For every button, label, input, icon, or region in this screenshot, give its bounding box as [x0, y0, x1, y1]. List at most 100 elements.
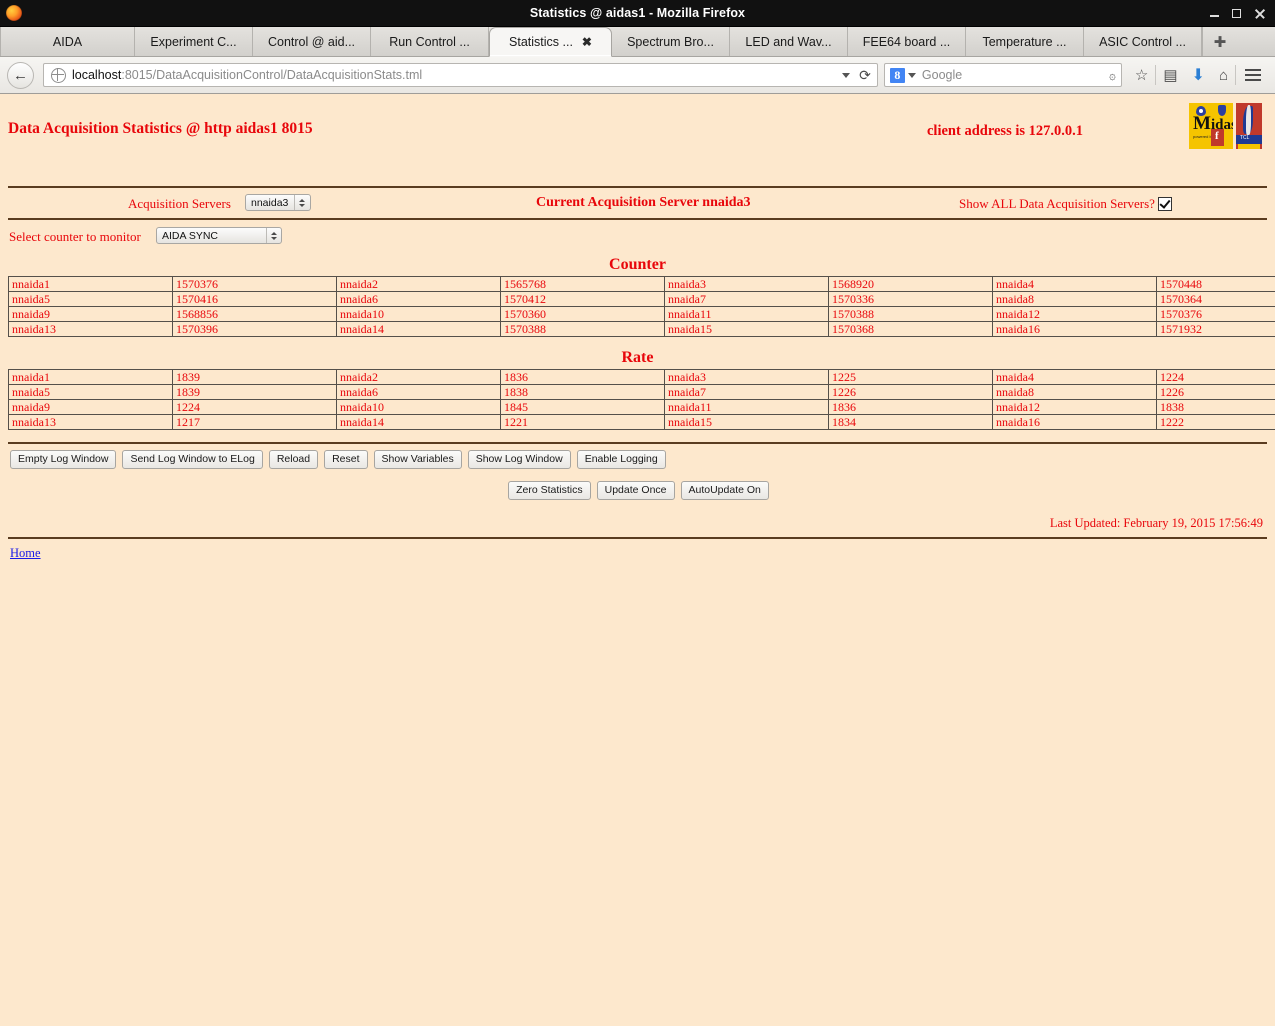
server-value-cell: 1836 — [828, 399, 993, 415]
tab-asic-control[interactable]: ASIC Control ... — [1084, 27, 1202, 56]
server-value-cell: 1568920 — [828, 276, 993, 292]
title-bar: Statistics @ aidas1 - Mozilla Firefox — [0, 0, 1275, 27]
empty-log-window-button[interactable]: Empty Log Window — [10, 450, 117, 469]
show-all-servers-label: Show ALL Data Acquisition Servers? — [959, 196, 1155, 211]
midas-logo-icon: Midas powered by — [1189, 103, 1233, 149]
counter-section-title: Counter — [609, 256, 666, 273]
reload-icon[interactable]: ⟳ — [859, 67, 871, 84]
home-link[interactable]: Home — [10, 546, 41, 561]
enable-logging-button[interactable]: Enable Logging — [576, 450, 666, 469]
counter-select[interactable]: AIDA SYNC — [156, 227, 282, 244]
server-name-cell: nnaida9 — [8, 306, 173, 322]
url-path: :8015/DataAcquisitionControl/DataAcquisi… — [121, 68, 423, 82]
server-name-cell: nnaida5 — [8, 384, 173, 400]
rate-section-title: Rate — [621, 349, 654, 366]
globe-icon — [51, 67, 66, 83]
table-row: nnaida5 1839 nnaida6 1838 nnaida7 1226 nnaida8… — [8, 384, 1275, 400]
home-icon[interactable]: ⌂ — [1219, 67, 1228, 84]
tab-close-icon[interactable]: ✖ — [582, 36, 592, 48]
server-value-cell: 1217 — [172, 414, 337, 430]
new-tab-button[interactable]: ✚ — [1202, 27, 1237, 56]
url-bar[interactable]: localhost:8015/DataAcquisitionControl/Da… — [43, 63, 878, 87]
reader-list-icon[interactable]: ▤ — [1163, 66, 1177, 84]
menu-icon[interactable] — [1245, 69, 1261, 81]
server-name-cell: nnaida15 — [664, 321, 829, 337]
firefox-logo-icon — [6, 5, 22, 21]
server-value-cell: 1565768 — [500, 276, 665, 292]
maximize-icon[interactable] — [1232, 8, 1241, 18]
last-updated: Last Updated: February 19, 2015 17:56:49 — [1049, 516, 1263, 530]
table-row: nnaida9 1224 nnaida10 1845 nnaida11 1836 nnaid… — [8, 399, 1275, 415]
tab-label: Experiment C... — [150, 34, 237, 49]
page-title: Data Acquisition Statistics @ http aidas… — [8, 120, 313, 137]
download-icon[interactable]: ⬇ — [1192, 65, 1205, 85]
server-value-cell: 1570376 — [1156, 306, 1275, 322]
tab-label: FEE64 board ... — [862, 34, 951, 49]
tab-aida[interactable]: AIDA — [0, 27, 135, 56]
logo-group: Midas powered by — [1189, 103, 1262, 149]
google-icon[interactable]: 8 — [889, 67, 905, 83]
send-log-window-to-elog-button[interactable]: Send Log Window to ELog — [122, 450, 263, 469]
reset-button[interactable]: Reset — [324, 450, 368, 469]
zero-statistics-button[interactable]: Zero Statistics — [508, 481, 591, 500]
search-input[interactable]: Google — [922, 68, 962, 82]
server-name-cell: nnaida7 — [664, 291, 829, 307]
toolbar-divider — [1235, 65, 1236, 85]
server-name-cell: nnaida8 — [992, 291, 1157, 307]
table-row: nnaida13 1217 nnaida14 1221 nnaida15 1834 nnai… — [8, 414, 1275, 430]
minimize-icon[interactable] — [1210, 9, 1219, 18]
midas-logo-m: M — [1193, 113, 1211, 134]
counter-select-label: Select counter to monitor — [9, 229, 141, 244]
server-name-cell: nnaida8 — [992, 384, 1157, 400]
server-name-cell: nnaida16 — [992, 321, 1157, 337]
tab-run-control[interactable]: Run Control ... — [371, 27, 489, 56]
server-value-cell: 1226 — [1156, 384, 1275, 400]
tab-temperature[interactable]: Temperature ... — [966, 27, 1084, 56]
server-value-cell: 1570368 — [828, 321, 993, 337]
reload-button[interactable]: Reload — [268, 450, 319, 469]
server-name-cell: nnaida14 — [336, 414, 501, 430]
server-value-cell: 1568856 — [172, 306, 337, 322]
server-name-cell: nnaida12 — [992, 399, 1157, 415]
server-value-cell: 1839 — [172, 384, 337, 400]
window-controls — [1210, 8, 1275, 19]
current-acquisition-server: Current Acquisition Server nnaida3 — [536, 195, 751, 210]
show-variables-button[interactable]: Show Variables — [373, 450, 462, 469]
chevron-down-icon[interactable] — [842, 72, 851, 78]
server-name-cell: nnaida4 — [992, 276, 1157, 292]
tab-label: Run Control ... — [389, 34, 470, 49]
tab-experiment-c[interactable]: Experiment C... — [135, 27, 253, 56]
table-row: nnaida9 1568856 nnaida10 1570360 nnaida11 157… — [8, 306, 1275, 322]
bookmark-star-icon[interactable]: ☆ — [1135, 66, 1148, 84]
tab-spectrum-browser[interactable]: Spectrum Bro... — [612, 27, 730, 56]
show-log-window-button[interactable]: Show Log Window — [467, 450, 571, 469]
server-controls-row: Acquisition Servers nnaida3 Current Acqu… — [8, 188, 1267, 218]
tab-fee64-board[interactable]: FEE64 board ... — [848, 27, 966, 56]
server-name-cell: nnaida13 — [8, 414, 173, 430]
counter-select-value: AIDA SYNC — [162, 229, 219, 242]
server-name-cell: nnaida3 — [664, 369, 829, 385]
autoupdate-on-button[interactable]: AutoUpdate On — [680, 481, 769, 500]
server-value-cell: 1570388 — [828, 306, 993, 322]
acquisition-servers-label: Acquisition Servers — [128, 196, 231, 211]
tab-control-aid[interactable]: Control @ aid... — [253, 27, 371, 56]
page-header: Data Acquisition Statistics @ http aidas… — [8, 94, 1267, 172]
chevron-down-icon[interactable] — [907, 72, 916, 78]
server-value-cell: 1571932 — [1156, 321, 1275, 337]
update-once-button[interactable]: Update Once — [596, 481, 675, 500]
search-bar[interactable]: 8 Google ۞ — [883, 63, 1122, 87]
counter-table: nnaida1 1570376 nnaida2 1565768 nnaida3 15689… — [8, 276, 1275, 337]
binoculars-icon[interactable]: ۞ — [1109, 68, 1117, 82]
client-address: client address is 127.0.0.1 — [927, 123, 1084, 139]
update-buttons-row: Zero Statistics Update Once AutoUpdate On — [8, 469, 1267, 500]
table-row: nnaida1 1570376 nnaida2 1565768 nnaida3 15689… — [8, 276, 1275, 292]
tab-statistics[interactable]: Statistics ... ✖ — [489, 27, 612, 57]
server-name-cell: nnaida2 — [336, 276, 501, 292]
server-value-cell: 1224 — [172, 399, 337, 415]
show-all-servers-checkbox[interactable] — [1158, 197, 1172, 211]
tab-led-and-wav[interactable]: LED and Wav... — [730, 27, 848, 56]
back-button[interactable]: ← — [7, 61, 34, 89]
acquisition-servers-select[interactable]: nnaida3 — [245, 194, 311, 211]
close-icon[interactable] — [1254, 8, 1265, 19]
server-value-cell: 1836 — [500, 369, 665, 385]
